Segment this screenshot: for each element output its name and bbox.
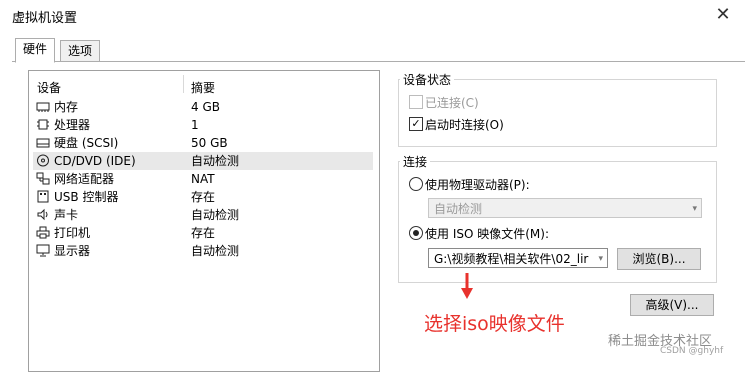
- annotation-text: 选择iso映像文件: [424, 313, 565, 335]
- device-row-cd-dvd[interactable]: CD/DVD (IDE) 自动检测: [33, 152, 373, 170]
- iso-image-label: 使用 ISO 映像文件(M):: [425, 227, 549, 241]
- device-name: 硬盘 (SCSI): [54, 136, 119, 150]
- device-row-usb-controller[interactable]: USB 控制器 存在: [33, 188, 373, 206]
- device-name: 内存: [54, 100, 79, 114]
- device-name: 打印机: [54, 226, 91, 240]
- memory-icon: [36, 100, 50, 113]
- column-separator[interactable]: [183, 75, 184, 93]
- device-summary: 1: [191, 118, 199, 132]
- device-name: 显示器: [54, 244, 91, 258]
- device-summary: 自动检测: [191, 208, 240, 222]
- device-row-processor[interactable]: 处理器 1: [33, 116, 373, 134]
- device-row-network-adapter[interactable]: 网络适配器 NAT: [33, 170, 373, 188]
- physical-drive-label: 使用物理驱动器(P):: [425, 178, 530, 192]
- device-list[interactable]: 设备 摘要 内存 4 GB 处理器 1 硬盘 (SCSI) 50 GB CD/D…: [28, 70, 380, 372]
- window-title: 虚拟机设置: [12, 11, 78, 26]
- watermark-subtext: CSDN @ghyhf: [660, 346, 724, 356]
- device-name: USB 控制器: [54, 190, 119, 204]
- device-summary: 4 GB: [191, 100, 220, 114]
- device-status-title: 设备状态: [400, 71, 455, 88]
- device-summary: 存在: [191, 190, 216, 204]
- device-summary: 自动检测: [191, 244, 240, 258]
- iso-path-value: G:\视频教程\相关软件\02_lir: [434, 252, 589, 266]
- speaker-icon: [36, 208, 50, 221]
- device-summary: NAT: [191, 172, 215, 186]
- device-name: 处理器: [54, 118, 91, 132]
- cd-dvd-icon: [36, 154, 50, 167]
- device-summary: 50 GB: [191, 136, 228, 150]
- physical-drive-radio[interactable]: [409, 177, 423, 191]
- device-summary: 存在: [191, 226, 216, 240]
- connect-at-power-on-label: 启动时连接(O): [425, 118, 504, 132]
- device-summary: 自动检测: [191, 154, 240, 168]
- device-status-group: [398, 79, 717, 147]
- iso-path-combobox[interactable]: G:\视频教程\相关软件\02_lir ▾: [428, 248, 608, 268]
- device-name: CD/DVD (IDE): [54, 154, 136, 168]
- device-row-memory[interactable]: 内存 4 GB: [33, 98, 373, 116]
- device-row-sound-card[interactable]: 声卡 自动检测: [33, 206, 373, 224]
- close-icon[interactable]: ✕: [712, 4, 734, 26]
- chevron-down-icon: ▾: [598, 254, 603, 264]
- hard-disk-icon: [36, 136, 50, 149]
- device-row-hard-disk[interactable]: 硬盘 (SCSI) 50 GB: [33, 134, 373, 152]
- annotation-arrow: [461, 273, 473, 299]
- connection-title: 连接: [400, 153, 431, 170]
- column-header-summary[interactable]: 摘要: [191, 79, 215, 96]
- connect-at-power-on-checkbox[interactable]: ✓: [409, 117, 423, 131]
- monitor-icon: [36, 244, 50, 257]
- network-adapter-icon: [36, 172, 50, 185]
- device-row-printer[interactable]: 打印机 存在: [33, 224, 373, 242]
- physical-drive-select[interactable]: 自动检测 ▾: [428, 198, 702, 218]
- iso-image-radio[interactable]: [409, 226, 423, 240]
- usb-icon: [36, 190, 50, 203]
- device-name: 声卡: [54, 208, 79, 222]
- advanced-button[interactable]: 高级(V)...: [630, 294, 714, 316]
- column-header-device[interactable]: 设备: [37, 79, 61, 96]
- cpu-icon: [36, 118, 50, 131]
- device-row-display[interactable]: 显示器 自动检测: [33, 242, 373, 260]
- chevron-down-icon: ▾: [692, 204, 697, 214]
- tab-hardware[interactable]: 硬件: [15, 38, 56, 63]
- connected-checkbox[interactable]: [409, 95, 423, 109]
- printer-icon: [36, 226, 50, 239]
- physical-drive-select-value: 自动检测: [434, 202, 483, 216]
- tab-options[interactable]: 选项: [60, 40, 101, 62]
- browse-button[interactable]: 浏览(B)...: [617, 248, 701, 270]
- device-name: 网络适配器: [54, 172, 115, 186]
- connected-label: 已连接(C): [425, 96, 479, 110]
